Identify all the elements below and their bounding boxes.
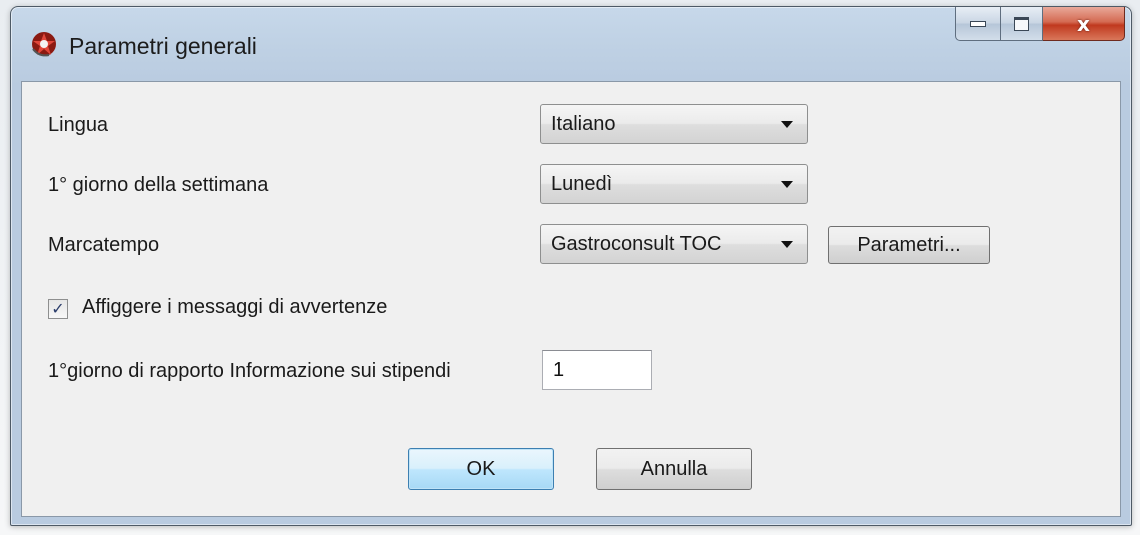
maximize-button[interactable] xyxy=(1001,7,1043,41)
minimize-icon xyxy=(970,20,986,27)
dropdown-arrow-icon xyxy=(781,120,793,128)
app-logo-icon[interactable] xyxy=(29,29,59,59)
time-clock-select-value: Gastroconsult TOC xyxy=(551,232,722,255)
title-bar[interactable]: Parametri generali x xyxy=(11,7,1131,79)
ok-button[interactable]: OK xyxy=(408,448,554,490)
maximize-icon xyxy=(1014,16,1029,31)
salary-report-label: 1°giorno di rapporto Informazione sui st… xyxy=(48,360,451,382)
first-day-select[interactable]: Lunedì xyxy=(540,164,808,204)
dialog-window: Parametri generali x Lingua Italiano 1° … xyxy=(10,6,1132,526)
close-icon: x xyxy=(1077,11,1090,36)
dropdown-arrow-icon xyxy=(781,240,793,248)
first-day-select-value: Lunedì xyxy=(551,172,613,195)
checkmark-icon: ✓ xyxy=(51,299,65,318)
time-clock-label: Marcatempo xyxy=(48,234,160,256)
language-select-value: Italiano xyxy=(551,112,616,135)
close-button[interactable]: x xyxy=(1043,7,1125,41)
first-day-label: 1° giorno della settimana xyxy=(48,174,269,196)
cancel-button[interactable]: Annulla xyxy=(596,448,752,490)
dialog-body: Lingua Italiano 1° giorno della settiman… xyxy=(21,81,1121,517)
caption-buttons: x xyxy=(955,7,1125,43)
salary-report-input[interactable]: 1 xyxy=(542,350,652,390)
warnings-checkbox[interactable]: ✓ xyxy=(48,299,68,319)
language-select[interactable]: Italiano xyxy=(540,104,808,144)
dropdown-arrow-icon xyxy=(781,180,793,188)
minimize-button[interactable] xyxy=(955,7,1001,41)
warnings-checkbox-label[interactable]: Affiggere i messaggi di avvertenze xyxy=(82,296,387,319)
parameters-button[interactable]: Parametri... xyxy=(828,226,990,264)
window-title: Parametri generali xyxy=(69,33,257,59)
time-clock-select[interactable]: Gastroconsult TOC xyxy=(540,224,808,264)
language-label: Lingua xyxy=(48,114,109,136)
